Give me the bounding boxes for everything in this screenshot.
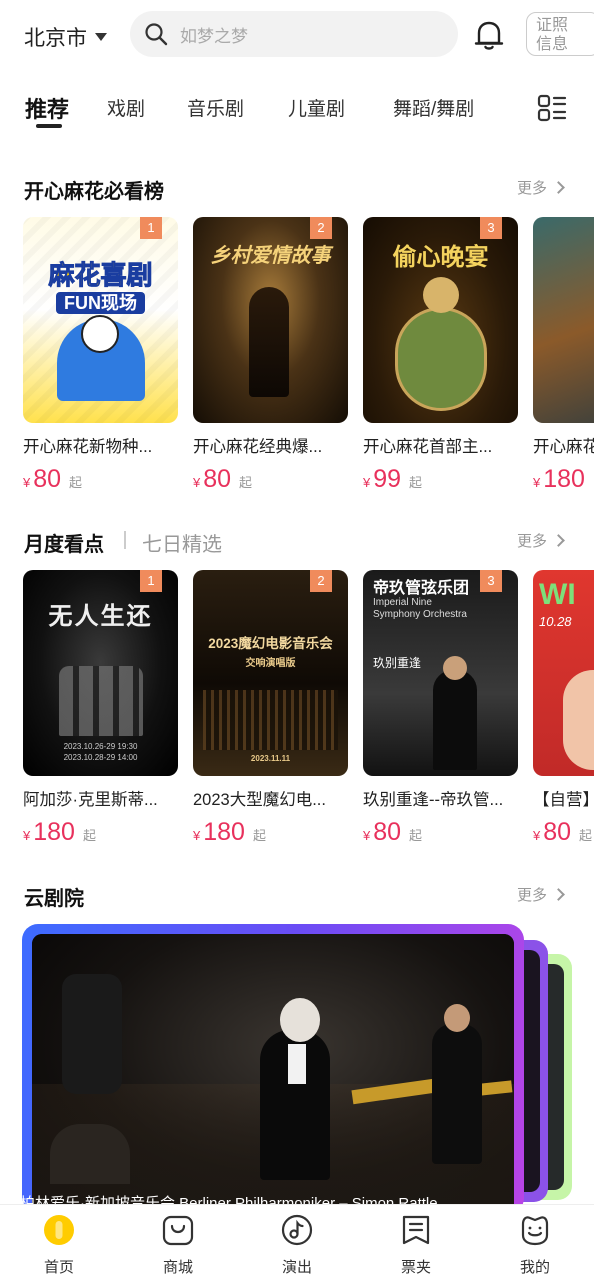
nav-shows[interactable]: 演出: [257, 1213, 337, 1277]
chevron-right-icon: [552, 888, 565, 901]
rank-badge: 2: [310, 217, 332, 239]
monthly-title[interactable]: 月度看点: [24, 528, 104, 557]
show-poster: [533, 217, 594, 423]
more-label: 更多: [517, 533, 548, 550]
show-price: ¥80 起: [363, 818, 423, 846]
profile-icon: [521, 1216, 549, 1246]
category-menu-icon[interactable]: [536, 92, 568, 124]
show-card[interactable]: 麻花喜剧 FUN现场 1 开心麻花新物种... ¥80 起: [23, 217, 178, 494]
city-label: 北京市: [24, 27, 87, 50]
tab-active-indicator: [36, 124, 62, 128]
cloud-theater-card[interactable]: [22, 924, 524, 1214]
show-price: ¥180: [533, 465, 585, 493]
show-title: 阿加莎·克里斯蒂...: [23, 791, 158, 809]
cloud-more-link[interactable]: 更多: [517, 884, 565, 905]
show-poster: 麻花喜剧 FUN现场 1: [23, 217, 178, 423]
tab-children[interactable]: 儿童剧: [288, 94, 345, 121]
nav-label: 票夹: [400, 1259, 431, 1276]
cloud-theater-title: 云剧院: [24, 888, 84, 910]
show-card[interactable]: 无人生还 2023.10.26-29 19:30 2023.10.28-29 1…: [23, 570, 178, 847]
search-input[interactable]: 如梦之梦: [130, 11, 458, 57]
show-price: ¥80 起: [533, 818, 593, 846]
category-tabs: 推荐 戏剧 音乐剧 儿童剧 舞蹈/舞剧: [0, 86, 594, 134]
show-card[interactable]: 乡村爱情故事 2 开心麻花经典爆... ¥80 起: [193, 217, 348, 494]
cert-label-line2: 信息: [536, 36, 569, 53]
show-card[interactable]: WI 10.28 【自营】 ¥80 起: [533, 570, 594, 847]
poster-title: 乡村爱情故事: [210, 245, 331, 267]
show-card[interactable]: 偷心晚宴 3 开心麻花首部主... ¥99 起: [363, 217, 518, 494]
nav-home[interactable]: 首页: [19, 1213, 99, 1277]
show-title: 开心麻花经典爆...: [193, 438, 323, 456]
nav-label: 商城: [162, 1259, 193, 1276]
show-price: ¥180 起: [23, 818, 96, 846]
poster-title: 无人生还: [48, 603, 153, 630]
concert-photo: [32, 934, 514, 1214]
show-price: ¥80 起: [23, 465, 83, 493]
show-title: 玖别重逢--帝玖管...: [363, 791, 504, 809]
poster-title: 帝玖管弦乐团: [373, 580, 470, 597]
show-poster: 乡村爱情故事 2: [193, 217, 348, 423]
show-poster: WI 10.28: [533, 570, 594, 776]
weekly-picks-tab[interactable]: 七日精选: [142, 528, 222, 557]
title-divider: [124, 531, 126, 549]
show-poster: 2023魔幻电影音乐会 交响演唱版 2023.11.11 2: [193, 570, 348, 776]
cert-label-line1: 证照: [536, 17, 569, 34]
certificate-info-button[interactable]: 证照 信息: [526, 12, 594, 56]
show-price: ¥180 起: [193, 818, 266, 846]
rank-badge: 3: [480, 217, 502, 239]
nav-tickets[interactable]: 票夹: [376, 1213, 456, 1277]
hot-list-more-link[interactable]: 更多: [517, 177, 565, 198]
tab-dance[interactable]: 舞蹈/舞剧: [393, 94, 474, 121]
show-card[interactable]: 开心麻花 ¥180: [533, 217, 594, 494]
rank-badge: 3: [480, 570, 502, 592]
search-icon: [145, 23, 168, 46]
shop-bag-icon: [162, 1215, 194, 1246]
show-title: 开心麻花新物种...: [23, 438, 153, 456]
top-header: 北京市 如梦之梦 证照 信息: [0, 0, 594, 70]
rank-badge: 1: [140, 217, 162, 239]
more-label: 更多: [517, 887, 548, 904]
nav-label: 演出: [281, 1259, 312, 1276]
show-card[interactable]: 帝玖管弦乐团 Imperial Nine Symphony Orchestra …: [363, 570, 518, 847]
monthly-more-link[interactable]: 更多: [517, 530, 565, 551]
show-title: 开心麻花首部主...: [363, 438, 493, 456]
tab-fade: [500, 86, 536, 134]
rank-badge: 1: [140, 570, 162, 592]
show-title: 开心麻花: [533, 438, 594, 456]
poster-title: 2023魔幻电影音乐会: [208, 636, 333, 651]
show-title: 【自营】: [533, 791, 594, 809]
tab-musical[interactable]: 音乐剧: [187, 94, 244, 121]
poster-title: 偷心晚宴: [392, 244, 489, 271]
music-note-icon: [281, 1214, 313, 1246]
bell-icon[interactable]: [470, 16, 508, 54]
ticket-folder-icon: [402, 1215, 430, 1245]
show-title: 2023大型魔幻电...: [193, 791, 326, 809]
show-card[interactable]: 2023魔幻电影音乐会 交响演唱版 2023.11.11 2 2023大型魔幻电…: [193, 570, 348, 847]
bottom-navigation: 首页 商城 演出 票夹 我的: [0, 1204, 594, 1280]
more-label: 更多: [517, 180, 548, 197]
show-price: ¥80 起: [193, 465, 253, 493]
tab-recommend[interactable]: 推荐: [25, 92, 69, 124]
show-poster: 无人生还 2023.10.26-29 19:30 2023.10.28-29 1…: [23, 570, 178, 776]
show-price: ¥99 起: [363, 465, 423, 493]
show-poster: 帝玖管弦乐团 Imperial Nine Symphony Orchestra …: [363, 570, 518, 776]
city-selector[interactable]: 北京市: [24, 22, 107, 52]
nav-shop[interactable]: 商城: [138, 1213, 218, 1277]
chevron-right-icon: [552, 181, 565, 194]
poster-subtitle: FUN现场: [23, 289, 178, 315]
rank-badge: 2: [310, 570, 332, 592]
nav-label: 我的: [519, 1259, 550, 1276]
home-icon: [44, 1215, 74, 1245]
chevron-right-icon: [552, 534, 565, 547]
poster-title: 麻花喜剧: [48, 260, 153, 291]
tab-drama[interactable]: 戏剧: [107, 94, 145, 121]
show-poster: 偷心晚宴 3: [363, 217, 518, 423]
hot-list-title: 开心麻花必看榜: [24, 181, 164, 203]
nav-profile[interactable]: 我的: [495, 1213, 575, 1277]
search-placeholder: 如梦之梦: [180, 26, 248, 46]
chevron-down-icon: [95, 33, 107, 41]
nav-label: 首页: [43, 1259, 74, 1276]
